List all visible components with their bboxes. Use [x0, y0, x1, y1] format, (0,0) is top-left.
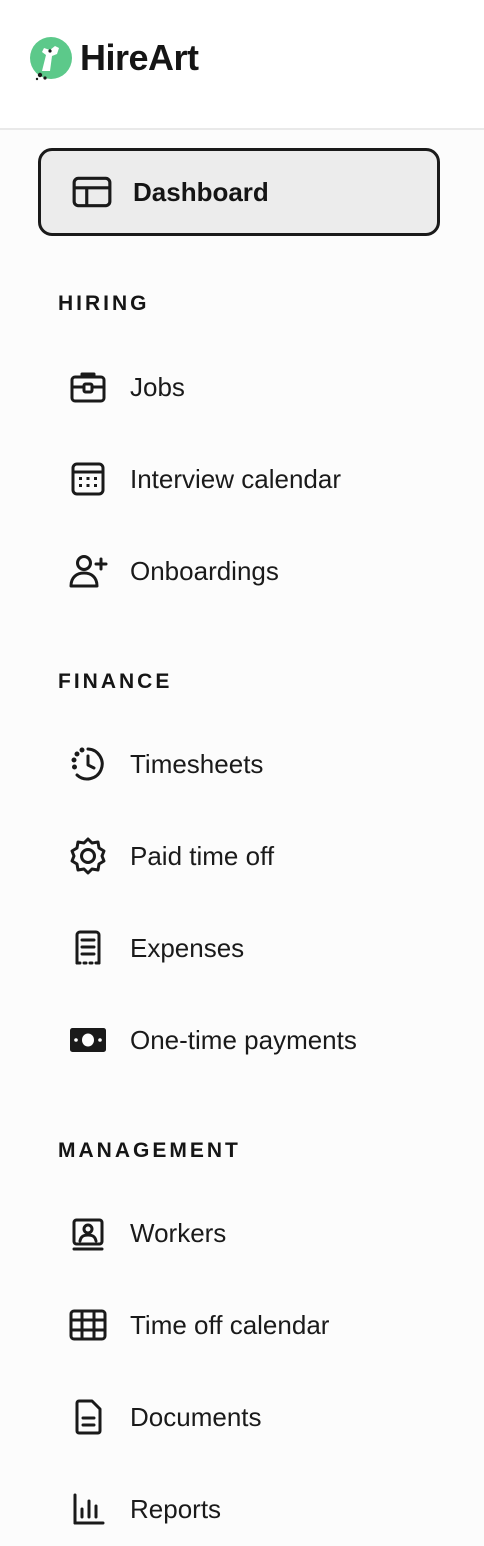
nav-item-label: Documents: [130, 1401, 262, 1432]
nav-item-label: Timesheets: [130, 748, 264, 779]
nav-item-dashboard-label: Dashboard: [133, 176, 269, 207]
brand-name: HireArt: [80, 37, 199, 78]
sidebar: HireArt Dashboard HIRING Jobs Interview …: [0, 0, 484, 1546]
user-plus-icon: [68, 551, 108, 591]
id-badge-icon: [68, 1213, 108, 1253]
nav-item-label: Time off calendar: [130, 1309, 330, 1340]
receipt-icon: [68, 928, 108, 968]
nav-item-timesheets[interactable]: Timesheets: [58, 734, 464, 794]
nav-item-jobs[interactable]: Jobs: [58, 357, 464, 417]
nav-item-label: Reports: [130, 1493, 222, 1524]
grid-calendar-icon: [68, 1305, 108, 1345]
nav-item-label: Interview calendar: [130, 463, 341, 494]
nav-item-label: One-time payments: [130, 1024, 357, 1055]
nav-item-label: Expenses: [130, 932, 245, 963]
clock-icon: [68, 744, 108, 784]
nav-item-label: Onboardings: [130, 555, 279, 586]
section-title-hiring: HIRING: [58, 292, 150, 315]
nav-item-workers[interactable]: Workers: [58, 1203, 464, 1263]
nav-item-onboardings[interactable]: Onboardings: [58, 541, 464, 601]
calendar-icon: [68, 459, 108, 499]
nav-item-interview-calendar[interactable]: Interview calendar: [58, 449, 464, 509]
briefcase-icon: [68, 367, 108, 407]
nav-item-time-off-calendar[interactable]: Time off calendar: [58, 1295, 464, 1355]
brand-header: HireArt: [0, 0, 484, 130]
nav-item-paid-time-off[interactable]: Paid time off: [58, 826, 464, 886]
nav-item-one-time-payments[interactable]: One-time payments: [58, 1010, 464, 1070]
nav-item-reports[interactable]: Reports: [58, 1479, 464, 1539]
nav-item-expenses[interactable]: Expenses: [58, 918, 464, 978]
cash-icon: [68, 1020, 108, 1060]
giraffe-logo-icon: [30, 37, 72, 81]
nav-item-label: Jobs: [130, 371, 185, 402]
nav-item-label: Paid time off: [130, 840, 275, 871]
section-title-finance: FINANCE: [58, 670, 173, 693]
gear-icon: [68, 836, 108, 876]
bar-chart-icon: [68, 1489, 108, 1529]
section-title-management: MANAGEMENT: [58, 1139, 241, 1162]
layout-icon: [71, 171, 113, 213]
nav-item-dashboard[interactable]: Dashboard: [38, 148, 440, 236]
nav-item-label: Workers: [130, 1217, 227, 1248]
document-icon: [68, 1397, 108, 1437]
nav-item-documents[interactable]: Documents: [58, 1387, 464, 1447]
